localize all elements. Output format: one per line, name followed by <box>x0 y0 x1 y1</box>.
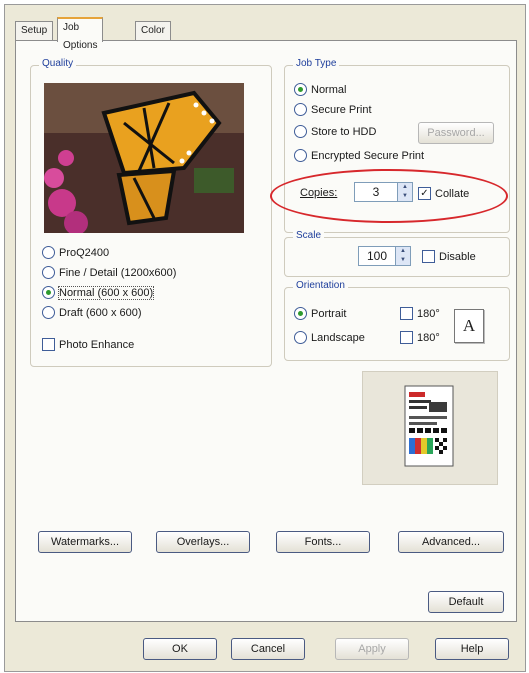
quality-radio-proq2400[interactable] <box>42 246 55 259</box>
orientation-option-portrait[interactable]: Portrait <box>294 307 346 320</box>
scale-spinner[interactable]: 100 ▲ ▼ <box>358 246 411 266</box>
rotate-180-portrait-option[interactable]: 180° <box>400 307 440 320</box>
orientation-radio-landscape[interactable] <box>294 331 307 344</box>
job-options-panel: Quality ProQ2400 Fine / Detail (1200x600… <box>15 40 517 622</box>
copies-label-text: Copies: <box>300 187 338 199</box>
rotate-180-landscape-checkbox[interactable] <box>400 331 413 344</box>
overlays-button[interactable]: Overlays... <box>156 531 250 553</box>
advanced-button[interactable]: Advanced... <box>398 531 504 553</box>
rotate-180-portrait-checkbox[interactable] <box>400 307 413 320</box>
collate-label: Collate <box>435 187 470 200</box>
orientation-legend: Orientation <box>293 280 348 291</box>
orientation-preview-letter: A <box>462 316 476 335</box>
scale-legend: Scale <box>293 230 325 241</box>
photo-enhance-label: Photo Enhance <box>59 338 135 351</box>
help-button[interactable]: Help <box>435 638 509 660</box>
quality-radio-fine[interactable] <box>42 266 55 279</box>
copies-spinner[interactable]: 3 ▲ ▼ <box>354 182 413 202</box>
quality-label-normal: Normal (600 x 600) <box>57 285 155 300</box>
cancel-button[interactable]: Cancel <box>231 638 305 660</box>
password-button[interactable]: Password... <box>418 122 494 144</box>
copies-input[interactable]: 3 <box>354 182 398 202</box>
quality-label-proq2400: ProQ2400 <box>59 246 110 259</box>
quality-label-fine: Fine / Detail (1200x600) <box>59 266 177 279</box>
orientation-radio-portrait[interactable] <box>294 307 307 320</box>
job-type-label-secure: Secure Print <box>311 103 372 116</box>
rotate-180-portrait-label: 180° <box>417 307 440 320</box>
quality-option-fine[interactable]: Fine / Detail (1200x600) <box>42 266 176 279</box>
rotate-180-landscape-label: 180° <box>417 331 440 344</box>
quality-option-normal[interactable]: Normal (600 x 600) <box>42 285 155 300</box>
orientation-preview-icon: A <box>454 309 484 343</box>
scale-disable-checkbox[interactable] <box>422 250 435 263</box>
quality-option-proq2400[interactable]: ProQ2400 <box>42 246 109 259</box>
job-type-radio-store-hdd[interactable] <box>294 125 307 138</box>
page-preview-frame <box>362 371 498 485</box>
default-button[interactable]: Default <box>428 591 504 613</box>
job-type-option-store-hdd[interactable]: Store to HDD <box>294 125 376 138</box>
rotate-180-landscape-option[interactable]: 180° <box>400 331 440 344</box>
quality-label-draft: Draft (600 x 600) <box>59 306 142 319</box>
tab-setup[interactable]: Setup <box>15 21 54 40</box>
collate-option[interactable]: ✓ Collate <box>418 187 469 200</box>
scale-input[interactable]: 100 <box>358 246 396 266</box>
job-type-option-secure[interactable]: Secure Print <box>294 103 372 116</box>
quality-option-draft[interactable]: Draft (600 x 600) <box>42 306 142 319</box>
quality-preview-image <box>44 83 244 233</box>
tab-job-options[interactable]: Job Options <box>57 17 104 51</box>
job-type-radio-encrypted[interactable] <box>294 149 307 162</box>
scale-spin-arrows-icon[interactable]: ▲ ▼ <box>396 246 411 266</box>
quality-radio-draft[interactable] <box>42 306 55 319</box>
copies-label: Copies: <box>300 187 337 199</box>
orientation-option-landscape[interactable]: Landscape <box>294 331 365 344</box>
butterfly-photo-icon <box>44 83 244 233</box>
page-preview-icon <box>404 385 454 467</box>
quality-legend: Quality <box>39 58 77 69</box>
photo-enhance-checkbox[interactable] <box>42 338 55 351</box>
collate-checkbox[interactable]: ✓ <box>418 187 431 200</box>
watermarks-button[interactable]: Watermarks... <box>38 531 132 553</box>
tab-color[interactable]: Color <box>135 21 171 40</box>
job-type-option-normal[interactable]: Normal <box>294 83 346 96</box>
scale-disable-label: Disable <box>439 250 476 263</box>
fonts-button[interactable]: Fonts... <box>276 531 370 553</box>
orientation-label-landscape: Landscape <box>311 331 365 344</box>
ok-button[interactable]: OK <box>143 638 217 660</box>
job-type-radio-secure[interactable] <box>294 103 307 116</box>
orientation-label-portrait: Portrait <box>311 307 347 320</box>
job-type-label-normal: Normal <box>311 83 347 96</box>
print-job-options-dialog: Setup Job Options Color Quality ProQ2400… <box>4 4 526 672</box>
job-type-label-store-hdd: Store to HDD <box>311 125 377 138</box>
job-type-label-encrypted: Encrypted Secure Print <box>311 149 425 162</box>
job-type-option-encrypted[interactable]: Encrypted Secure Print <box>294 149 424 162</box>
job-type-legend: Job Type <box>293 58 340 69</box>
job-type-radio-normal[interactable] <box>294 83 307 96</box>
scale-disable-option[interactable]: Disable <box>422 250 476 263</box>
quality-radio-normal[interactable] <box>42 286 55 299</box>
copies-spin-arrows-icon[interactable]: ▲ ▼ <box>398 182 413 202</box>
photo-enhance-option[interactable]: Photo Enhance <box>42 338 134 351</box>
apply-button[interactable]: Apply <box>335 638 409 660</box>
